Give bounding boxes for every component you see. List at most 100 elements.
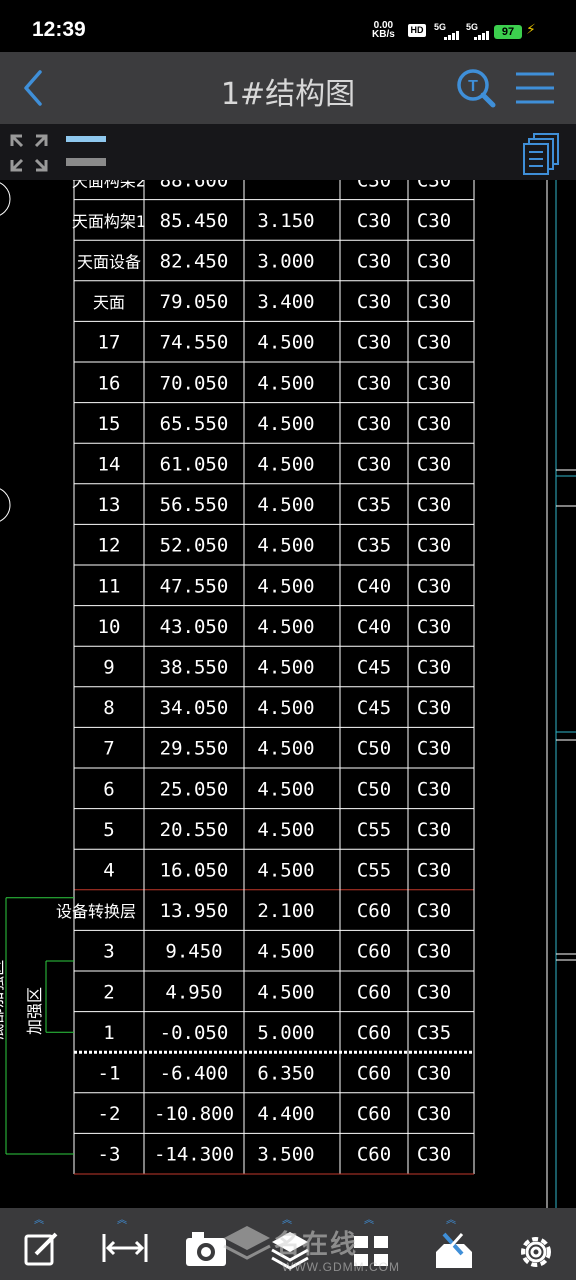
- table-cell-elevation: 56.550: [160, 494, 229, 516]
- expand-arrows-icon: [10, 134, 48, 172]
- table-cell-concrete-2: C30: [417, 1063, 451, 1085]
- table-cell-concrete-1: C40: [357, 575, 391, 597]
- table-cell-elevation: -0.050: [160, 1022, 229, 1044]
- hd-voice-badge: HD: [408, 24, 426, 37]
- text-search-icon: T: [457, 69, 496, 108]
- table-cell-elevation: 25.050: [160, 778, 229, 800]
- table-cell-concrete-1: C60: [357, 1144, 391, 1166]
- table-cell-concrete-1: C30: [357, 332, 391, 354]
- table-cell-height: 4.500: [257, 454, 314, 476]
- table-cell-height: 3.400: [257, 291, 314, 313]
- table-cell-concrete-1: C30: [357, 413, 391, 435]
- measure-button[interactable]: ︽: [100, 1208, 150, 1280]
- table-cell-floor: 15: [98, 413, 121, 435]
- network-speed-unit: KB/s: [372, 29, 395, 40]
- table-cell-concrete-2: C30: [417, 251, 451, 273]
- table-cell-floor: 7: [103, 738, 114, 760]
- network-speed: 0.00 KB/s: [372, 21, 395, 40]
- table-cell-height: 4.500: [257, 697, 314, 719]
- table-cell-concrete-2: C30: [417, 454, 451, 476]
- table-cell-concrete-1: C45: [357, 697, 391, 719]
- table-cell-floor: 17: [98, 332, 121, 354]
- drawing-canvas[interactable]: 加强区 底部加强区 天面构架2 88.600 C30 C30 天面构架1 85.450 3.15…: [0, 180, 576, 1208]
- table-cell-elevation: 9.450: [165, 941, 222, 963]
- table-cell-height: 4.500: [257, 738, 314, 760]
- table-cell-concrete-1: C30: [357, 210, 391, 232]
- table-cell-floor: 天面构架2: [72, 180, 146, 190]
- settings-button[interactable]: [514, 1208, 558, 1280]
- table-cell-concrete-1: C40: [357, 616, 391, 638]
- table-cell-concrete-2: C30: [417, 180, 451, 191]
- table-cell-height: 5.000: [257, 1022, 314, 1044]
- fullscreen-button[interactable]: [8, 132, 50, 174]
- table-cell-height: 6.350: [257, 1063, 314, 1085]
- table-cell-elevation: 47.550: [160, 575, 229, 597]
- table-cell-height: 3.000: [257, 251, 314, 273]
- table-cell-concrete-2: C30: [417, 697, 451, 719]
- side-label-outer: 底部加强区: [0, 960, 6, 1040]
- gear-icon: [521, 1237, 551, 1267]
- watermark-text: 名在线: [274, 1230, 359, 1260]
- table-cell-floor: 11: [98, 575, 121, 597]
- watermark-url: WWW.GDMM.COM: [282, 1260, 400, 1274]
- table-cell-floor: 天面: [93, 293, 125, 312]
- table-cell-concrete-1: C30: [357, 251, 391, 273]
- toolbox-button[interactable]: ︽: [432, 1208, 476, 1280]
- signal-bars-2-icon: [474, 31, 490, 40]
- table-cell-concrete-1: C55: [357, 819, 391, 841]
- table-cell-height: 4.500: [257, 535, 314, 557]
- grid-axis-circle: [0, 182, 11, 216]
- search-badge-text: T: [468, 78, 478, 95]
- table-cell-concrete-2: C30: [417, 535, 451, 557]
- table-cell-elevation: 88.600: [160, 180, 229, 191]
- grid-axis-circle: [0, 488, 11, 522]
- table-cell-concrete-2: C30: [417, 616, 451, 638]
- table-cell-concrete-1: C60: [357, 981, 391, 1003]
- table-cell-concrete-1: C60: [357, 1022, 391, 1044]
- annotate-button[interactable]: ︽: [20, 1208, 64, 1280]
- table-cell-floor: 设备转换层: [56, 902, 136, 921]
- table-cell-concrete-1: C30: [357, 291, 391, 313]
- app-header: 1#结构图 T: [0, 52, 576, 124]
- table-cell-height: 4.500: [257, 372, 314, 394]
- table-cell-height: 4.500: [257, 494, 314, 516]
- table-cell-concrete-2: C30: [417, 657, 451, 679]
- table-cell-concrete-2: C30: [417, 210, 451, 232]
- table-cell-concrete-2: C30: [417, 332, 451, 354]
- table-cell-concrete-2: C30: [417, 494, 451, 516]
- table-cell-elevation: 20.550: [160, 819, 229, 841]
- table-cell-concrete-2: C30: [417, 1103, 451, 1125]
- edit-pencil-icon: [24, 1232, 58, 1266]
- table-cell-height: 4.500: [257, 778, 314, 800]
- table-cell-concrete-2: C30: [417, 291, 451, 313]
- table-cell-concrete-1: C55: [357, 860, 391, 882]
- table-cell-elevation: 61.050: [160, 454, 229, 476]
- table-cell-elevation: 34.050: [160, 697, 229, 719]
- table-cell-floor: 天面构架1: [72, 212, 146, 231]
- table-cell-concrete-1: C35: [357, 494, 391, 516]
- table-cell-floor: 5: [103, 819, 114, 841]
- table-cell-height: 4.500: [257, 332, 314, 354]
- table-cell-floor: 14: [98, 454, 121, 476]
- menu-button[interactable]: [514, 70, 556, 106]
- table-cell-floor: 8: [103, 697, 114, 719]
- text-search-button[interactable]: T: [454, 66, 498, 110]
- table-cell-concrete-1: C50: [357, 738, 391, 760]
- table-cell-floor: -1: [98, 1063, 121, 1085]
- charging-icon: ⚡: [526, 22, 536, 38]
- status-time: 12:39: [32, 18, 86, 41]
- chevron-up-icon: ︽: [34, 1215, 44, 1226]
- table-cell-height: 4.500: [257, 575, 314, 597]
- table-cell-concrete-2: C30: [417, 900, 451, 922]
- table-cell-elevation: 13.950: [160, 900, 229, 922]
- table-cell-concrete-2: C30: [417, 981, 451, 1003]
- table-cell-concrete-2: C30: [417, 819, 451, 841]
- table-cell-elevation: -6.400: [160, 1063, 229, 1085]
- table-cell-concrete-1: C60: [357, 900, 391, 922]
- layout-list-button[interactable]: [522, 132, 562, 176]
- table-cell-concrete-1: C30: [357, 372, 391, 394]
- table-cell-concrete-1: C50: [357, 778, 391, 800]
- layer-toggle-button[interactable]: [64, 134, 108, 170]
- table-cell-floor: 9: [103, 657, 114, 679]
- hamburger-menu-icon: [516, 72, 554, 104]
